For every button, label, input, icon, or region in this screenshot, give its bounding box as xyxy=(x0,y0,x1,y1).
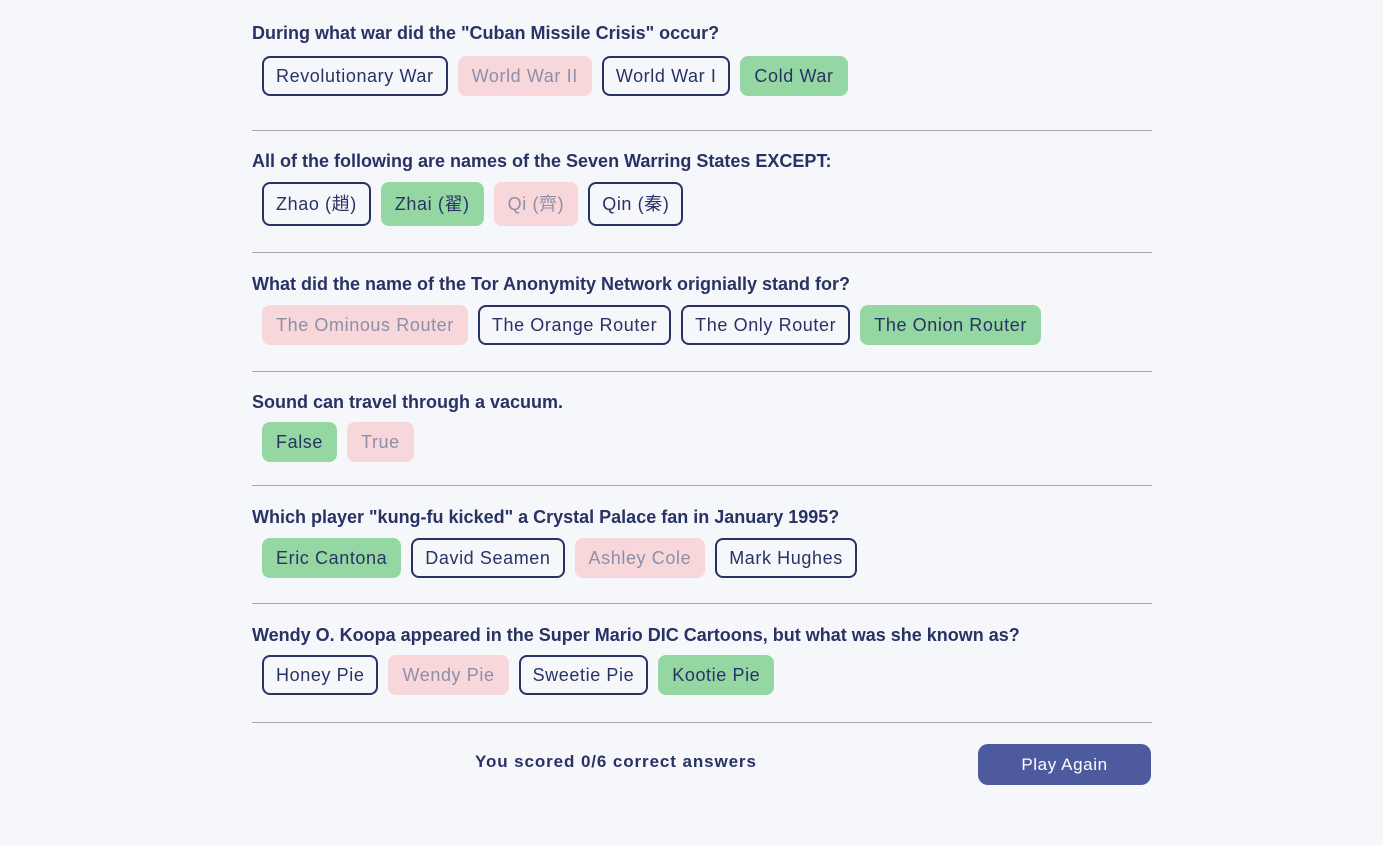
quiz-list: During what war did the "Cuban Missile C… xyxy=(252,22,1152,723)
answer-option[interactable]: Honey Pie xyxy=(262,655,379,695)
answer-options: Honey Pie Wendy Pie Sweetie Pie Kootie P… xyxy=(262,655,1152,695)
question-text: What did the name of the Tor Anonymity N… xyxy=(252,274,851,294)
results-footer: You scored 0/6 correct answers Play Agai… xyxy=(252,744,1152,785)
answer-option[interactable]: Qin (秦) xyxy=(588,182,684,226)
answer-options: Zhao (趙) Zhai (翟) Qi (齊) Qin (秦) xyxy=(262,182,1152,226)
question-block: What did the name of the Tor Anonymity N… xyxy=(252,253,1152,372)
answer-option[interactable]: The Only Router xyxy=(681,305,851,345)
question-block: Sound can travel through a vacuum. False… xyxy=(252,372,1152,486)
question-block: Which player "kung-fu kicked" a Crystal … xyxy=(252,486,1152,604)
answer-option[interactable]: Wendy Pie xyxy=(388,655,509,695)
question-block: All of the following are names of the Se… xyxy=(252,131,1152,253)
answer-option[interactable]: Ashley Cole xyxy=(574,538,706,578)
answer-option[interactable]: Sweetie Pie xyxy=(518,655,649,695)
question-text: Sound can travel through a vacuum. xyxy=(252,392,564,412)
answer-option[interactable]: False xyxy=(262,422,338,462)
question-text: Wendy O. Koopa appeared in the Super Mar… xyxy=(252,625,1020,645)
answer-option[interactable]: World War I xyxy=(601,56,731,96)
play-again-button[interactable]: Play Again xyxy=(978,744,1151,785)
question-text: Which player "kung-fu kicked" a Crystal … xyxy=(252,507,840,527)
answer-option[interactable]: World War II xyxy=(457,56,592,96)
answer-options: The Ominous Router The Orange Router The… xyxy=(262,305,1152,345)
answer-option[interactable]: Kootie Pie xyxy=(658,655,775,695)
answer-option[interactable]: The Onion Router xyxy=(860,305,1041,345)
question-block: Wendy O. Koopa appeared in the Super Mar… xyxy=(252,604,1152,723)
question-block: During what war did the "Cuban Missile C… xyxy=(252,22,1152,131)
question-text: All of the following are names of the Se… xyxy=(252,151,832,171)
answer-option[interactable]: Qi (齊) xyxy=(493,182,579,226)
answer-option[interactable]: The Orange Router xyxy=(477,305,672,345)
answer-option[interactable]: Eric Cantona xyxy=(262,538,402,578)
score-text: You scored 0/6 correct answers xyxy=(475,752,757,771)
answer-option[interactable]: Cold War xyxy=(740,56,848,96)
answer-option[interactable]: The Ominous Router xyxy=(262,305,468,345)
answer-options: Eric Cantona David Seamen Ashley Cole Ma… xyxy=(262,538,1152,578)
answer-option[interactable]: David Seamen xyxy=(411,538,565,578)
answer-option[interactable]: Zhai (翟) xyxy=(380,182,484,226)
answer-options: False True xyxy=(262,422,1152,462)
answer-option[interactable]: Zhao (趙) xyxy=(262,182,371,226)
answer-options: Revolutionary War World War II World War… xyxy=(262,56,1152,96)
answer-option[interactable]: Mark Hughes xyxy=(715,538,857,578)
answer-option[interactable]: True xyxy=(347,422,414,462)
question-text: During what war did the "Cuban Missile C… xyxy=(252,23,720,43)
answer-option[interactable]: Revolutionary War xyxy=(262,56,448,96)
